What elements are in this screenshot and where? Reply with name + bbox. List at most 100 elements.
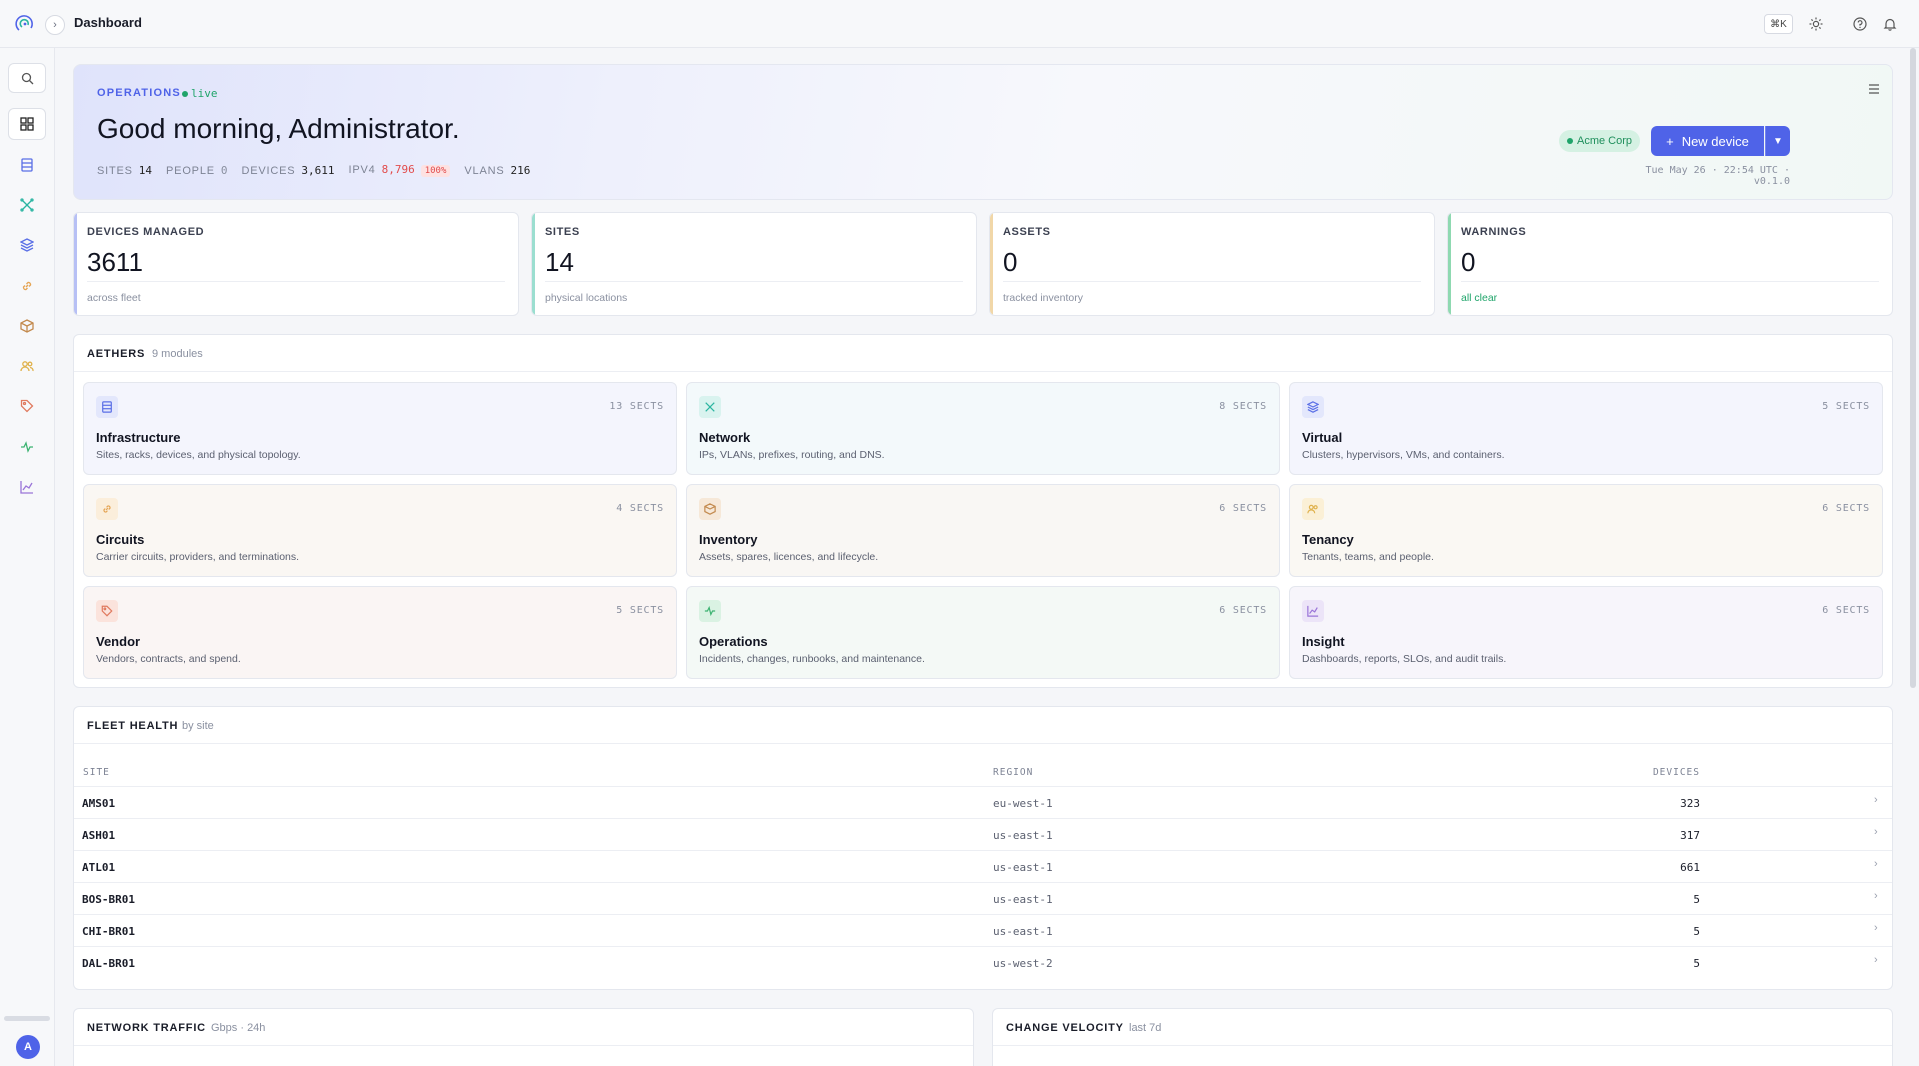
velocity-title: CHANGE VELOCITY (1006, 1022, 1124, 1034)
site-cell: BOS-BR01 (82, 893, 135, 906)
chevron-right-icon[interactable]: › (1874, 954, 1878, 966)
module-title: Insight (1302, 634, 1345, 649)
menu-icon[interactable] (1867, 82, 1881, 96)
chevron-right-icon[interactable]: › (1874, 890, 1878, 902)
module-card-network[interactable]: 8 SECTS Network IPs, VLANs, prefixes, rout… (686, 382, 1280, 475)
live-indicator: live (191, 87, 218, 100)
network-icon[interactable] (8, 189, 46, 221)
devices-cell: 661 (1680, 861, 1700, 874)
module-description: Vendors, contracts, and spend. (96, 653, 241, 665)
module-card-inventory[interactable]: 6 SECTS Inventory Assets, spares, licences… (686, 484, 1280, 577)
avatar[interactable]: A (16, 1035, 40, 1059)
plus-icon: + (1666, 133, 1674, 149)
users-icon[interactable] (8, 350, 46, 382)
breadcrumb: Dashboard (74, 15, 142, 30)
change-velocity-panel: CHANGE VELOCITY last 7d (992, 1008, 1893, 1066)
devices-cell: 5 (1693, 925, 1700, 938)
stat-devices: DEVICES 3,611 (241, 163, 335, 177)
aethers-panel: AETHERS 9 modules 13 SECTS Infrastructure… (73, 334, 1893, 688)
site-cell: DAL-BR01 (82, 957, 135, 970)
server-icon (96, 396, 118, 418)
module-description: Incidents, changes, runbooks, and mainte… (699, 653, 925, 665)
column-header-region[interactable]: REGION (993, 767, 1033, 778)
column-header-devices[interactable]: DEVICES (1614, 767, 1700, 778)
module-card-operations[interactable]: 6 SECTS Operations Incidents, changes, run… (686, 586, 1280, 679)
module-sect-count: 5 SECTS (616, 605, 664, 616)
activity-icon[interactable] (8, 431, 46, 463)
top-bar: › Dashboard ⌘K (0, 0, 1919, 48)
module-card-virtual[interactable]: 5 SECTS Virtual Clusters, hypervisors, VMs… (1289, 382, 1883, 475)
chevron-right-icon[interactable]: › (1874, 858, 1878, 870)
kpi-warnings[interactable]: WARNINGS 0 all clear (1447, 212, 1893, 316)
devices-cell: 323 (1680, 797, 1700, 810)
tag-icon (96, 600, 118, 622)
column-header-site[interactable]: SITE (83, 767, 110, 778)
table-row[interactable]: CHI-BR01 us-east-1 5 › (74, 914, 1892, 946)
new-device-button[interactable]: + New device (1651, 126, 1764, 156)
site-cell: AMS01 (82, 797, 116, 810)
bell-icon[interactable] (1880, 14, 1900, 34)
module-sect-count: 8 SECTS (1219, 401, 1267, 412)
module-description: Clusters, hypervisors, VMs, and containe… (1302, 449, 1505, 461)
module-sect-count: 5 SECTS (1822, 401, 1870, 412)
region-cell: us-east-1 (993, 861, 1053, 874)
velocity-subtitle: last 7d (1129, 1022, 1162, 1034)
devices-cell: 5 (1693, 957, 1700, 970)
network-icon (699, 396, 721, 418)
module-title: Infrastructure (96, 430, 181, 445)
server-icon[interactable] (8, 149, 46, 181)
tag-icon[interactable] (8, 390, 46, 422)
site-cell: CHI-BR01 (82, 925, 135, 938)
table-row[interactable]: BOS-BR01 us-east-1 5 › (74, 882, 1892, 914)
logo-icon[interactable] (14, 13, 36, 35)
kpi-devices-managed[interactable]: DEVICES MANAGED 3611 across fleet (73, 212, 519, 316)
module-card-tenancy[interactable]: 6 SECTS Tenancy Tenants, teams, and people… (1289, 484, 1883, 577)
page-title: Good morning, Administrator. (97, 113, 460, 144)
chevron-right-icon[interactable]: › (45, 15, 65, 35)
module-title: Network (699, 430, 751, 445)
module-title: Inventory (699, 532, 758, 547)
chevron-right-icon[interactable]: › (1874, 794, 1878, 806)
kpi-assets[interactable]: ASSETS 0 tracked inventory (989, 212, 1435, 316)
chart-icon[interactable] (8, 471, 46, 503)
devices-cell: 317 (1680, 829, 1700, 842)
sun-icon[interactable] (1806, 14, 1826, 34)
module-sect-count: 4 SECTS (616, 503, 664, 514)
users-icon (1302, 498, 1324, 520)
module-card-circuits[interactable]: 4 SECTS Circuits Carrier circuits, provide… (83, 484, 677, 577)
scrollbar[interactable] (1910, 48, 1916, 688)
table-row[interactable]: AMS01 eu-west-1 323 › (74, 786, 1892, 818)
layers-icon[interactable] (8, 229, 46, 261)
box-icon[interactable] (8, 310, 46, 342)
table-row[interactable]: ATL01 us-east-1 661 › (74, 850, 1892, 882)
org-badge[interactable]: Acme Corp (1559, 130, 1641, 152)
region-cell: eu-west-1 (993, 797, 1053, 810)
module-card-vendor[interactable]: 5 SECTS Vendor Vendors, contracts, and spe… (83, 586, 677, 679)
aethers-title: AETHERS (87, 348, 146, 360)
fleet-title: FLEET HEALTH (87, 720, 179, 732)
live-dot-icon (182, 91, 188, 97)
region-cell: us-east-1 (993, 925, 1053, 938)
module-card-infrastructure[interactable]: 13 SECTS Infrastructure Sites, racks, devi… (83, 382, 677, 475)
help-icon[interactable] (1850, 14, 1870, 34)
sidebar: A (0, 48, 55, 1066)
kpi-sites[interactable]: SITES 14 physical locations (531, 212, 977, 316)
chevron-down-icon[interactable]: ▼ (1765, 126, 1790, 156)
grid-icon[interactable] (8, 108, 46, 140)
command-palette-shortcut[interactable]: ⌘K (1764, 14, 1793, 34)
sidebar-divider (4, 1016, 50, 1021)
module-description: Dashboards, reports, SLOs, and audit tra… (1302, 653, 1507, 665)
table-row[interactable]: ASH01 us-east-1 317 › (74, 818, 1892, 850)
chevron-right-icon[interactable]: › (1874, 826, 1878, 838)
table-row[interactable]: DAL-BR01 us-west-2 5 › (74, 946, 1892, 978)
region-cell: us-west-2 (993, 957, 1053, 970)
traffic-subtitle: Gbps · 24h (211, 1022, 266, 1034)
region-cell: us-east-1 (993, 829, 1053, 842)
module-card-insight[interactable]: 6 SECTS Insight Dashboards, reports, SLOs,… (1289, 586, 1883, 679)
module-title: Circuits (96, 532, 145, 547)
region-cell: us-east-1 (993, 893, 1053, 906)
traffic-title: NETWORK TRAFFIC (87, 1022, 206, 1034)
link-icon[interactable] (8, 270, 46, 302)
chevron-right-icon[interactable]: › (1874, 922, 1878, 934)
search-icon[interactable] (8, 63, 46, 93)
